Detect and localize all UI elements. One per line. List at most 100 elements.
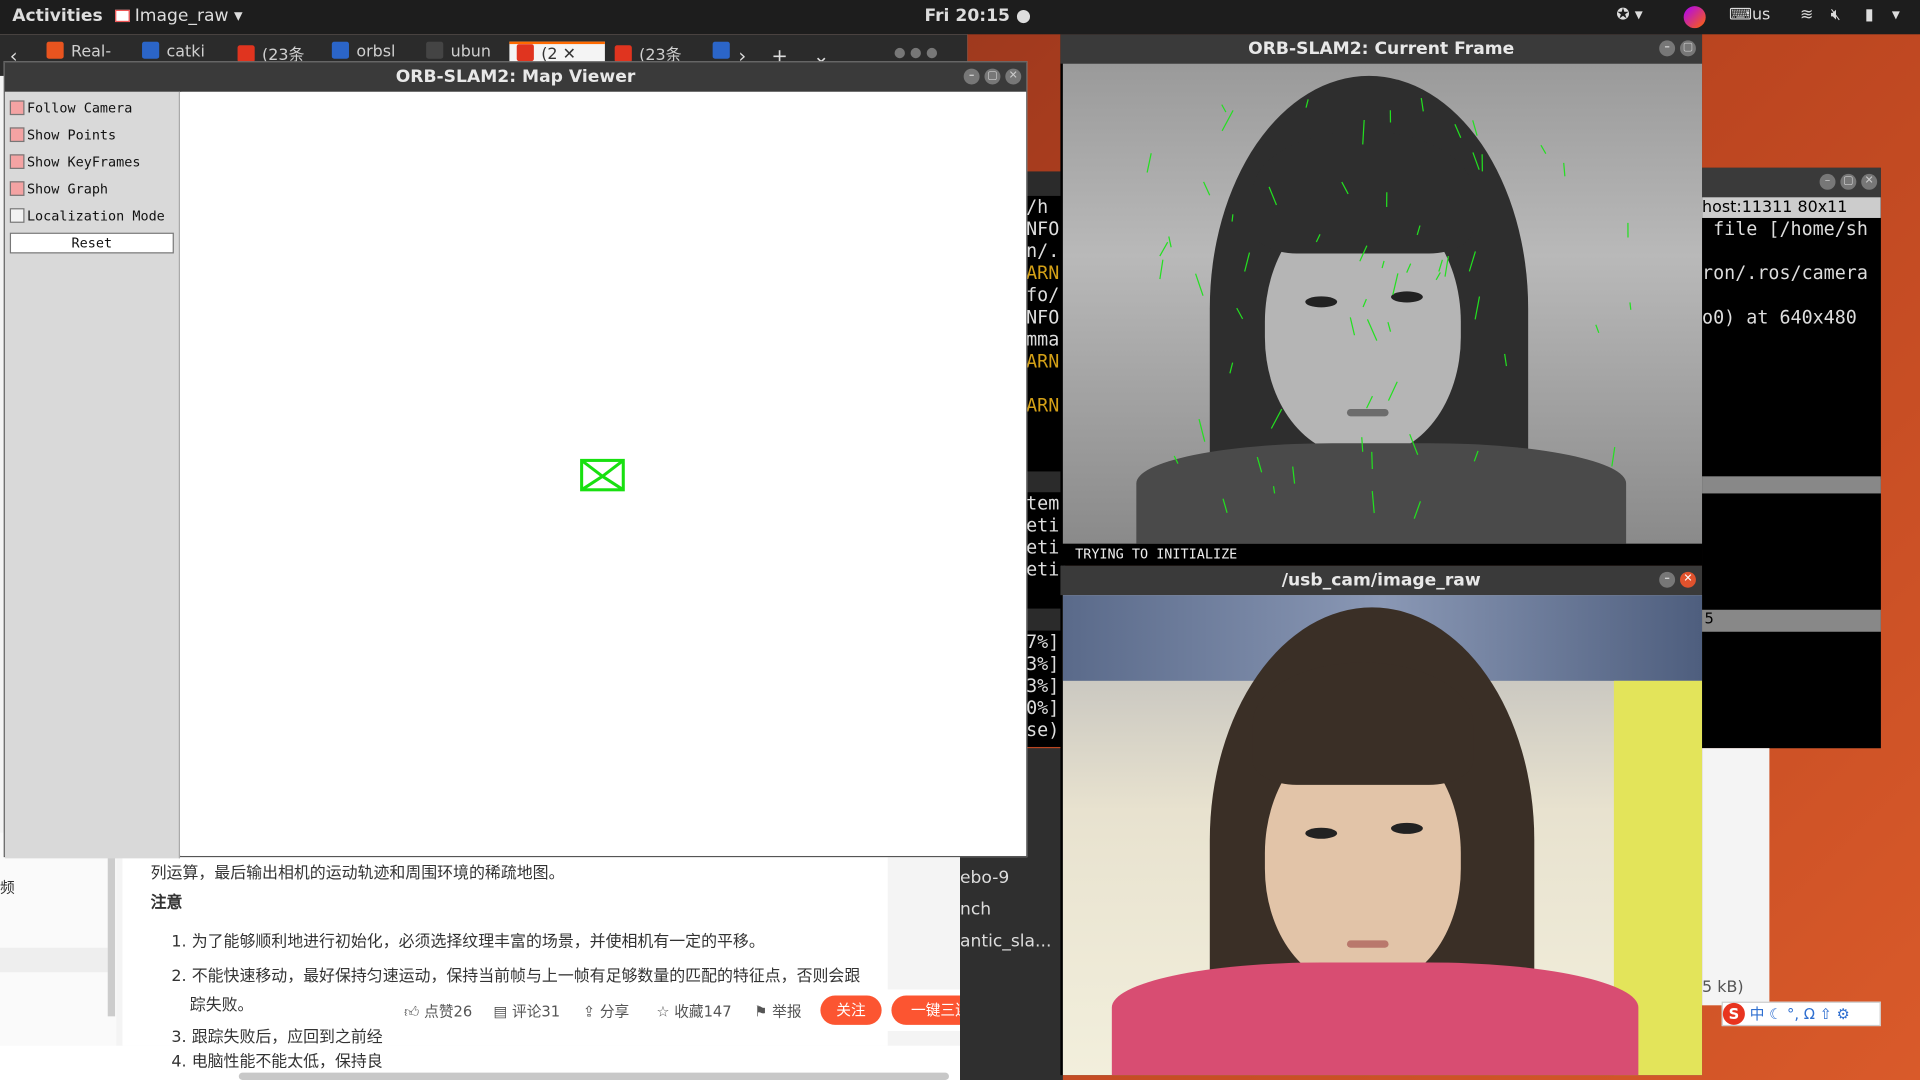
accessibility-icon[interactable]: ✪ ▾ [1616, 6, 1642, 24]
item-text: 跟踪失败后，应回到之前经 [191, 1028, 383, 1047]
ime-tools-icon: ☾ °, Ω ⇧ ⚙ [1769, 1005, 1850, 1023]
bangs-shape [1252, 131, 1474, 254]
option-show-points[interactable]: Show Points [9, 125, 117, 147]
current-frame-image [1062, 63, 1703, 544]
checkbox[interactable] [9, 154, 25, 169]
follow-button[interactable]: 关注 [820, 995, 882, 1025]
minimize-icon[interactable]: – [963, 68, 980, 85]
option-label: Show KeyFrames [26, 154, 141, 171]
usb-cam-titlebar[interactable]: /usb_cam/image_raw – ✕ [1060, 565, 1703, 596]
keypoint-mark [1594, 324, 1599, 334]
terminal-right-output-3[interactable] [1702, 631, 1881, 749]
star-icon: ☆ [656, 1002, 670, 1021]
flag-icon: ⚑ [754, 1002, 768, 1021]
close-icon[interactable]: ✕ [1861, 173, 1878, 190]
terminal-right-title: host:11311 80x11 [1702, 197, 1881, 218]
size-fragment: 5 kB) [1702, 978, 1744, 997]
comment-icon: ▤ [493, 1002, 508, 1021]
terminal-status-fragment: 5 [1702, 609, 1881, 632]
keypoint-mark [1611, 446, 1616, 467]
minimize-icon[interactable]: – [1659, 571, 1676, 588]
map-viewer-titlebar[interactable]: ORB-SLAM2: Map Viewer – ▢ ✕ [4, 62, 1027, 92]
horizontal-scrollbar[interactable] [238, 1072, 949, 1080]
current-frame-titlebar[interactable]: ORB-SLAM2: Current Frame – ▢ [1060, 34, 1703, 64]
tab-favicon-icon [426, 41, 444, 59]
terminal-right-output-2[interactable] [1702, 493, 1881, 610]
ime-toolbar[interactable]: S中 ☾ °, Ω ⇧ ⚙ [1721, 1001, 1881, 1027]
like-button[interactable]: 👍︎ 点赞26 [404, 1000, 472, 1021]
sidebar-scrollbar[interactable] [107, 832, 116, 1017]
usb-cam-window: /usb_cam/image_raw – ✕ [1060, 565, 1703, 1076]
activities-button[interactable]: Activities [12, 6, 102, 26]
checkbox[interactable] [9, 181, 25, 196]
option-follow-camera[interactable]: Follow Camera [9, 98, 133, 120]
list-item[interactable]: ebo-9 [960, 868, 1009, 888]
checkbox[interactable] [9, 127, 25, 143]
mouth [1346, 940, 1389, 948]
report-label: 举报 [772, 1002, 802, 1021]
tab-label: orbsl [356, 42, 396, 62]
terminal-right-output[interactable]: host:11311 80x11 file [/home/sh ron/.ros/… [1702, 197, 1881, 479]
system-menu-chevron-icon[interactable]: ▾ [1892, 6, 1900, 24]
keypoint-mark [1627, 223, 1629, 239]
keypoint-mark [1221, 110, 1234, 132]
battery-icon[interactable]: ▮ [1865, 6, 1874, 24]
terminal-line: o0) at 640x480 [1702, 306, 1857, 329]
comment-button[interactable]: ▤ 评论31 [493, 1000, 560, 1021]
keypoint-mark [1146, 152, 1153, 172]
share-icon: ⇪ [582, 1002, 596, 1021]
article-list-item: 4. 电脑性能不能太低，保持良 [171, 1048, 382, 1071]
item-number: 4. [171, 1053, 187, 1072]
terminal-divider [1702, 476, 1881, 494]
thumbs-up-icon: 👍︎ [404, 1002, 420, 1021]
shirt-shape [1111, 962, 1639, 1076]
terminal-right-titlebar: – ▢ ✕ [1702, 167, 1881, 198]
terminal-line: file [/home/sh [1702, 217, 1868, 241]
item-text: 为了能够顺利地进行初始化，必须选择纹理丰富的场景，并使相机有一定的平移。 [191, 933, 765, 952]
share-button[interactable]: ⇪ 分享 [583, 1000, 629, 1021]
map-viewer-title: ORB-SLAM2: Map Viewer [395, 67, 636, 87]
option-localization-mode[interactable]: Localization Mode [9, 206, 165, 228]
option-show-keyframes[interactable]: Show KeyFrames [9, 152, 141, 174]
keypoint-mark [1197, 418, 1205, 441]
minimize-icon[interactable]: – [1819, 173, 1836, 190]
tab-favicon-icon [331, 41, 349, 59]
maximize-icon[interactable]: ▢ [1840, 173, 1857, 190]
tab-favicon-icon [614, 45, 632, 63]
favorite-label: 收藏147 [674, 1002, 732, 1021]
option-label: Follow Camera [26, 100, 133, 117]
report-button[interactable]: ⚑ 举报 [754, 1000, 801, 1021]
article-line: 列运算，最后输出相机的运动轨迹和周围环境的稀疏地图。 [150, 864, 565, 883]
option-label: Show Points [26, 127, 117, 144]
favorite-button[interactable]: ☆ 收藏147 [656, 1000, 731, 1021]
maximize-icon[interactable]: ▢ [984, 68, 1001, 85]
option-label: Localization Mode [26, 208, 165, 225]
article-overflow: 4. 电脑性能不能太低，保持良 [0, 1045, 968, 1080]
maximize-icon[interactable]: ▢ [1680, 40, 1696, 57]
like-label: 点赞26 [424, 1002, 473, 1021]
volume-muted-icon[interactable]: 🔇︎ [1831, 6, 1841, 24]
reset-button[interactable]: Reset [9, 232, 174, 254]
left-eye [1305, 827, 1338, 839]
minimize-icon[interactable]: – [1659, 40, 1676, 57]
keyboard-indicator[interactable]: ⌨us [1729, 6, 1770, 24]
map-canvas[interactable] [181, 91, 1027, 856]
top-bar: Activities Image_raw ▾ Fri 20:15 ● ✪ ▾ ⌨… [0, 0, 1920, 35]
wifi-icon[interactable]: ≋ [1800, 6, 1813, 24]
option-show-graph[interactable]: Show Graph [9, 179, 109, 201]
browser-window-controls[interactable]: ● ● ● [894, 44, 938, 60]
checkbox[interactable] [9, 208, 25, 223]
app-indicator-icon[interactable] [1683, 6, 1706, 29]
app-menu[interactable]: Image_raw ▾ [115, 6, 243, 26]
app-menu-label: Image_raw [134, 6, 229, 26]
close-icon[interactable]: ✕ [1680, 571, 1696, 588]
item-number: 2. [171, 967, 187, 986]
option-label: Show Graph [26, 181, 109, 198]
sidebar-selected-row[interactable] [0, 947, 111, 973]
close-icon[interactable]: ✕ [1005, 68, 1022, 85]
clock-label: Fri 20:15 [924, 6, 1010, 26]
list-item[interactable]: antic_sla... [960, 932, 1051, 952]
checkbox[interactable] [9, 100, 25, 116]
clock[interactable]: Fri 20:15 ● [924, 6, 1030, 26]
list-item[interactable]: nch [960, 900, 991, 920]
